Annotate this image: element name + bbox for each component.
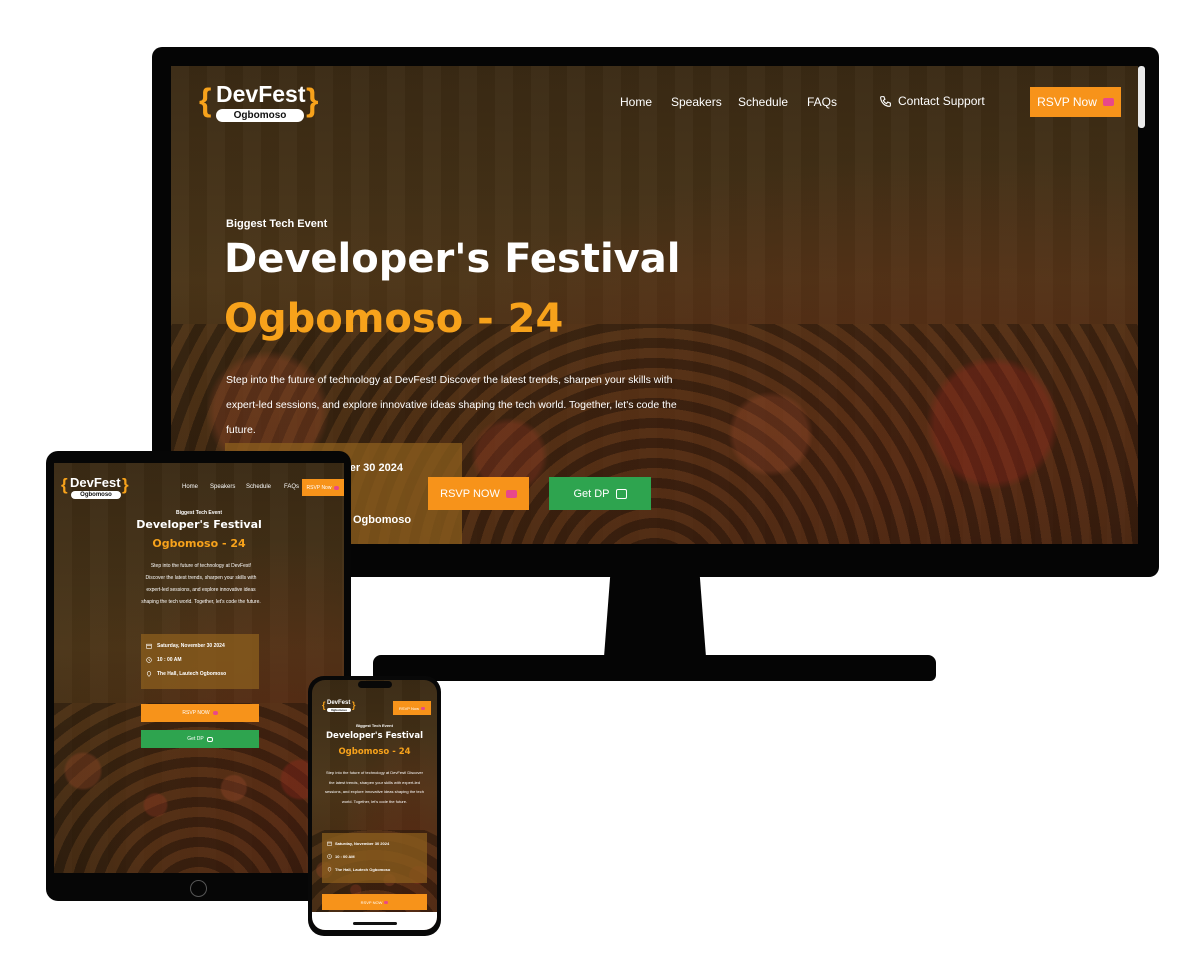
get-dp-button[interactable]: Get DP	[549, 477, 651, 510]
tablet-header-rsvp-label: RSVP Now	[306, 484, 332, 491]
event-date-fragment: ber 30 2024	[343, 462, 403, 474]
tablet-event-venue: The Hall, Lautech Ogbomoso	[146, 671, 226, 677]
ticket-icon	[420, 706, 425, 710]
calendar-icon	[327, 841, 332, 846]
ticket-icon	[212, 711, 218, 715]
phone-logo-word: DevFest	[327, 700, 351, 706]
monitor-stand-neck	[604, 577, 706, 657]
ticket-icon	[505, 489, 517, 498]
hero-rsvp-label: RSVP NOW	[440, 487, 500, 500]
nav-schedule[interactable]: Schedule	[738, 95, 788, 109]
tablet-description: Step into the future of technology at De…	[141, 563, 261, 605]
phone-event-date-text: Saturday, November 30 2024	[335, 841, 390, 846]
contact-support-label: Contact Support	[898, 94, 985, 108]
tablet-event-time: 10 : 00 AM	[146, 657, 182, 663]
phone-header-rsvp-label: RSVP Now	[399, 705, 419, 711]
phone-brand-logo[interactable]: { DevFest Ogbomoso }	[322, 700, 356, 714]
phone-rsvp-button[interactable]: RSVP NOW	[322, 894, 427, 910]
tablet-screen: { DevFest Ogbomoso } Home Speakers Sched…	[54, 463, 344, 873]
phone-rsvp-label: RSVP NOW	[360, 899, 383, 905]
image-icon	[206, 736, 213, 742]
phone-event-time-text: 10 : 00 AM	[335, 854, 355, 859]
phone-header-rsvp-button[interactable]: RSVP Now	[393, 701, 431, 715]
ticket-icon	[384, 900, 389, 904]
logo-city-pill: Ogbomoso	[216, 109, 304, 122]
tablet-get-dp-button[interactable]: Get DP	[141, 730, 259, 748]
tablet-nav-home[interactable]: Home	[182, 484, 198, 490]
tablet-nav-schedule[interactable]: Schedule	[246, 484, 271, 490]
header-rsvp-label: RSVP Now	[1037, 95, 1097, 109]
tablet-header-rsvp-button[interactable]: RSVP Now	[302, 479, 344, 496]
nav-home[interactable]: Home	[620, 95, 652, 109]
tablet-nav-faqs[interactable]: FAQs	[284, 484, 299, 490]
tablet-rsvp-label: RSVP NOW	[182, 710, 210, 716]
get-dp-label: Get DP	[573, 487, 610, 500]
tablet-nav-speakers[interactable]: Speakers	[210, 484, 235, 490]
phone-description: Step into the future of technology at De…	[325, 770, 424, 804]
nav-speakers[interactable]: Speakers	[671, 95, 722, 109]
phone-event-venue-text: The Hall, Lautech Ogbomoso	[335, 867, 391, 872]
phone-logo-city-pill: Ogbomoso	[327, 708, 351, 712]
ticket-icon	[334, 485, 340, 490]
tablet-rsvp-button[interactable]: RSVP NOW	[141, 704, 259, 722]
tablet-brand-logo[interactable]: { DevFest Ogbomoso }	[61, 475, 131, 499]
hero-description: Step into the future of technology at De…	[226, 374, 677, 436]
phone-event-card: Saturday, November 30 2024 10 : 00 AM Th…	[322, 833, 427, 883]
phone-event-venue: The Hall, Lautech Ogbomoso	[327, 867, 390, 872]
desktop-scrollbar[interactable]	[1138, 66, 1145, 128]
tablet-eyebrow: Biggest Tech Event	[175, 510, 223, 516]
location-pin-icon	[146, 671, 152, 677]
phone-icon	[880, 95, 891, 107]
phone-event-time: 10 : 00 AM	[327, 854, 355, 859]
tablet-logo-word: DevFest	[70, 475, 121, 490]
clock-icon	[146, 657, 152, 663]
monitor-stand-base	[373, 655, 936, 681]
phone-event-date: Saturday, November 30 2024	[327, 841, 389, 846]
tablet-get-dp-label: Get DP	[187, 736, 204, 742]
tablet-event-card: Saturday, November 30 2024 10 : 00 AM Th…	[141, 634, 259, 689]
clock-icon	[327, 854, 332, 859]
tablet-event-time-text: 10 : 00 AM	[157, 657, 182, 663]
tablet-logo-city-pill: Ogbomoso	[71, 491, 121, 499]
hero-title: Developer's Festival	[224, 236, 681, 282]
brand-logo[interactable]: { DevFest Ogbomoso }	[199, 81, 324, 124]
tablet-event-date-text: Saturday, November 30 2024	[157, 643, 225, 649]
phone-bottom-area	[312, 912, 437, 930]
event-venue-fragment: Ogbomoso	[353, 514, 412, 526]
tablet-home-button[interactable]	[190, 880, 207, 897]
logo-word: DevFest	[216, 81, 306, 107]
hero-rsvp-button[interactable]: RSVP NOW	[428, 477, 529, 510]
image-icon	[615, 488, 627, 499]
tablet-subtitle: Ogbomoso - 24	[152, 537, 246, 550]
phone-screen: { DevFest Ogbomoso } RSVP Now Biggest Te…	[312, 680, 437, 930]
ticket-icon	[1102, 98, 1114, 106]
header-rsvp-button[interactable]: RSVP Now	[1030, 87, 1121, 117]
phone-home-indicator[interactable]	[353, 922, 397, 925]
tablet-event-venue-text: The Hall, Lautech Ogbomoso	[157, 671, 227, 677]
nav-faqs[interactable]: FAQs	[807, 95, 837, 109]
tablet-event-date: Saturday, November 30 2024	[146, 643, 225, 649]
hero-subtitle: Ogbomoso - 24	[224, 296, 564, 342]
tablet-background-photo	[54, 703, 344, 873]
phone-eyebrow: Biggest Tech Event	[356, 723, 393, 728]
contact-support-link[interactable]: Contact Support	[879, 94, 985, 108]
phone-subtitle: Ogbomoso - 24	[338, 747, 411, 757]
hero-eyebrow: Biggest Tech Event	[226, 218, 328, 230]
tablet-title: Developer's Festival	[136, 518, 262, 531]
phone-dynamic-island	[358, 681, 392, 688]
location-pin-icon	[327, 867, 332, 872]
calendar-icon	[146, 643, 152, 649]
phone-title: Developer's Festival	[326, 731, 423, 741]
